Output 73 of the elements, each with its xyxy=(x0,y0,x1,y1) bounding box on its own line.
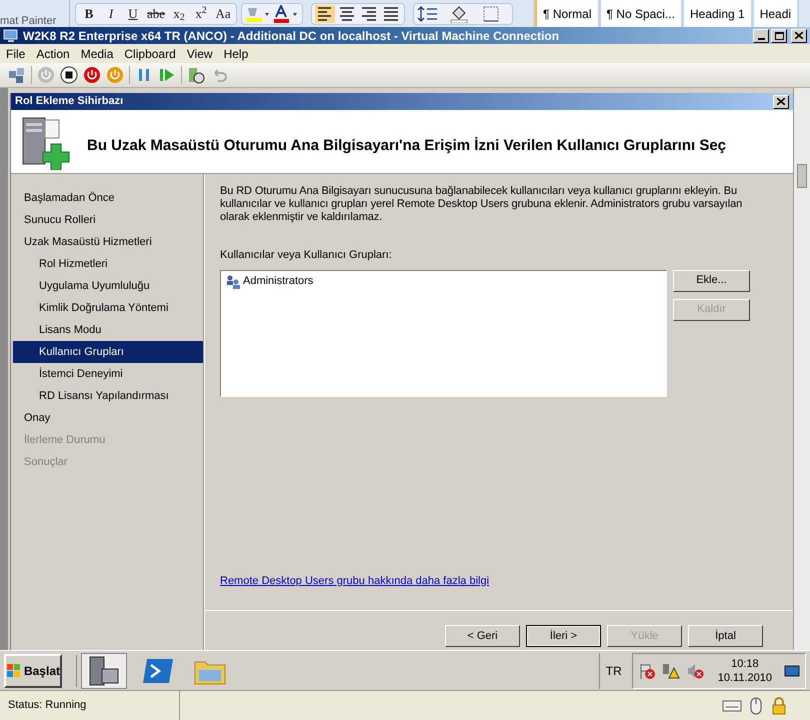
help-link[interactable]: Remote Desktop Users grubu hakkında daha fazla bilgi xyxy=(220,572,765,589)
status-text: Status: Running xyxy=(8,698,86,714)
language-indicator[interactable]: TR xyxy=(606,662,622,680)
scrollbar[interactable] xyxy=(793,88,810,650)
taskbar-button[interactable] xyxy=(81,652,127,688)
style-button[interactable]: Headi xyxy=(754,0,798,27)
nav-item[interactable]: RD Lisansı Yapılandırması xyxy=(13,385,203,407)
clock-time: 10:18 xyxy=(731,656,759,670)
windows-logo-icon xyxy=(6,662,22,678)
scrollbar-thumb[interactable] xyxy=(797,164,807,188)
nav-item[interactable]: İstemci Deneyimi xyxy=(13,363,203,385)
keyboard-icon xyxy=(722,698,742,714)
menu-item[interactable]: Action xyxy=(36,44,70,62)
menu-item[interactable]: View xyxy=(186,44,213,62)
style-button[interactable]: Heading 1 xyxy=(684,0,751,27)
user-group-icon xyxy=(225,274,241,288)
nav-item[interactable]: Lisans Modu xyxy=(13,319,203,341)
list-item[interactable]: Administrators xyxy=(243,273,314,290)
wizard-button[interactable]: Ekle... xyxy=(673,270,750,292)
maximize-icon xyxy=(774,32,784,40)
format-button[interactable]: U xyxy=(123,4,143,22)
ribbon-label: mat Painter xyxy=(0,14,56,27)
style-button[interactable]: ¶ Normal xyxy=(535,0,598,27)
wizard-title: Rol Ekleme Sihirbazı xyxy=(15,94,124,110)
minimize-icon xyxy=(758,38,764,40)
flag-error-icon[interactable] xyxy=(638,662,656,680)
align-left-icon[interactable] xyxy=(315,4,336,22)
wizard-button[interactable]: İleri > xyxy=(526,625,601,647)
nav-item[interactable]: Kimlik Doğrulama Yöntemi xyxy=(13,297,203,319)
monitor-icon xyxy=(3,28,19,42)
play-icon[interactable] xyxy=(158,66,176,84)
menu-item[interactable]: Media xyxy=(80,44,114,62)
font-color-icon[interactable] xyxy=(273,4,300,22)
menu-item[interactable]: Clipboard xyxy=(124,44,176,62)
menu-item[interactable]: File xyxy=(6,44,26,62)
format-button[interactable]: x$^{2}$ xyxy=(191,4,212,22)
nav-item[interactable]: Kullanıcı Grupları xyxy=(13,341,203,363)
minimize-button[interactable] xyxy=(753,28,769,42)
close-button[interactable] xyxy=(791,28,807,42)
description-text: Bu RD Oturumu Ana Bilgisayarı sunucusuna bağlanabilecek kullanıcıları veya kullanıcı gruplarını ekleyin. Bu kullanıcılar ve kullanıcı grupları yerel Remote Desktop Users grubuna eklenir. Administrators grubu varsayılan olarak eklenmiştir ve kaldırılamaz. xyxy=(220,185,744,224)
menu-item[interactable]: Help xyxy=(224,44,248,62)
page-heading: Bu Uzak Masaüstü Oturumu Ana Bilgisayarı'na Erişim İzni Verilen Kullanıcı Gruplarını Seç xyxy=(87,136,726,156)
nav-item[interactable]: Uzak Masaüstü Hizmetleri xyxy=(13,231,203,253)
nav-item[interactable]: Onay xyxy=(13,407,203,429)
nav-item[interactable]: Rol Hizmetleri xyxy=(13,253,203,275)
show-desktop-icon[interactable] xyxy=(784,664,800,678)
network-warning-icon[interactable] xyxy=(662,662,680,680)
terminal-icon[interactable] xyxy=(141,656,175,684)
style-button[interactable]: ¶ No Spaci... xyxy=(600,0,681,27)
format-button[interactable]: Aa xyxy=(213,4,234,22)
start-button[interactable]: Başlat xyxy=(4,654,62,688)
wizard-button[interactable]: < Geri xyxy=(445,625,520,647)
close-button[interactable] xyxy=(773,94,789,108)
maximize-button[interactable] xyxy=(771,28,787,42)
power-icon[interactable] xyxy=(83,66,101,84)
group-list[interactable]: Administrators xyxy=(220,270,667,396)
nav-item[interactable]: Uygulama Uyumluluğu xyxy=(13,275,203,297)
clock-date: 10.11.2010 xyxy=(718,670,772,684)
wizard-button[interactable]: İptal xyxy=(688,625,763,647)
stop-icon[interactable] xyxy=(60,66,78,84)
format-button[interactable]: x$_{2}$ xyxy=(169,4,190,22)
speaker-muted-icon[interactable] xyxy=(686,662,704,680)
window-title: W2K8 R2 Enterprise x64 TR (ANCO) - Additional DC on localhost - Virtual Machine Connection xyxy=(23,28,560,44)
format-button[interactable]: abe xyxy=(145,4,168,22)
lock-icon xyxy=(770,696,788,714)
format-button[interactable]: I xyxy=(101,4,121,22)
mouse-icon xyxy=(748,696,764,714)
list-label: Kullanıcılar veya Kullanıcı Grupları: xyxy=(220,248,393,263)
format-button[interactable]: B xyxy=(79,4,99,22)
close-icon xyxy=(795,32,803,39)
close-icon xyxy=(777,98,785,105)
nav-item[interactable]: Başlamadan Önce xyxy=(13,187,203,209)
nav-item[interactable]: Sunucu Rolleri xyxy=(13,209,203,231)
